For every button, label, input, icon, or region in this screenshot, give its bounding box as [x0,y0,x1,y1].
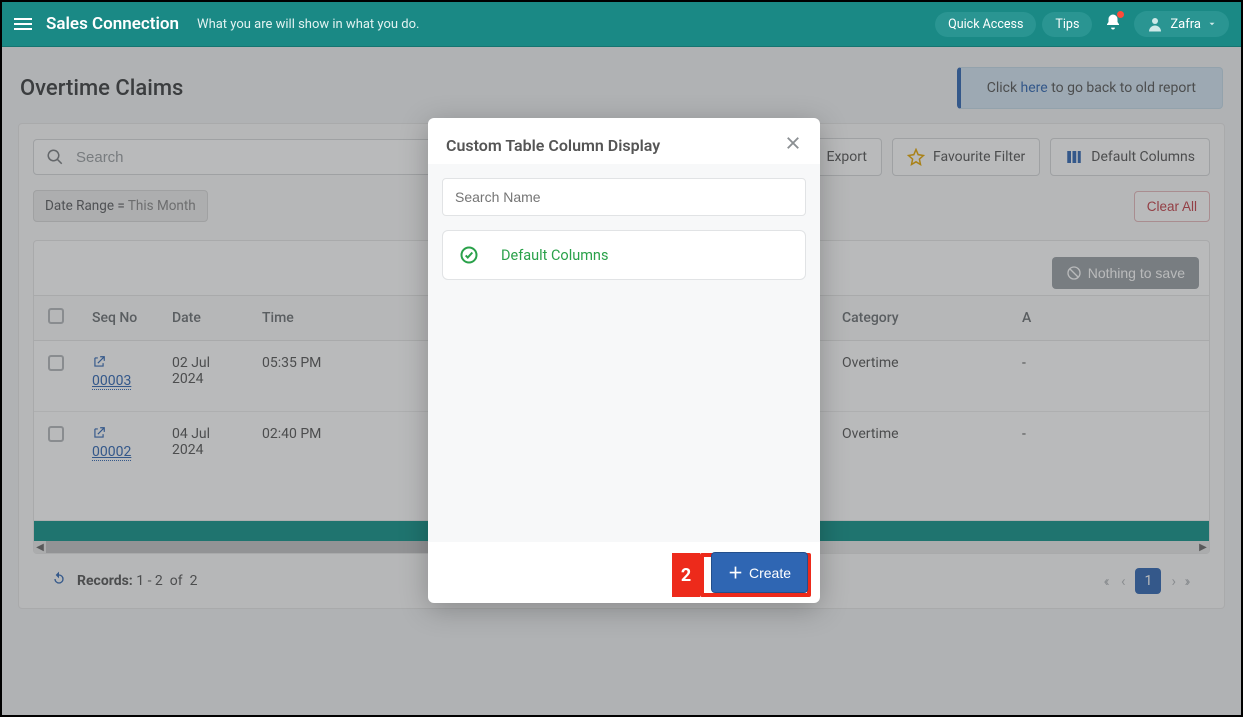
user-menu-button[interactable]: Zafra [1134,11,1229,37]
close-icon[interactable] [784,134,802,156]
notifications-bell-icon[interactable] [1104,13,1122,35]
quick-access-button[interactable]: Quick Access [935,12,1036,37]
create-button[interactable]: ＋ Create [711,552,808,593]
notification-dot [1117,11,1124,18]
column-display-modal: Custom Table Column Display Default Colu… [428,118,820,603]
user-name: Zafra [1170,17,1201,32]
default-columns-option[interactable]: Default Columns [442,230,806,280]
hamburger-menu-icon[interactable] [14,18,32,30]
top-bar: Sales Connection What you are will show … [2,2,1241,47]
step-badge: 2 [672,553,700,597]
modal-search-input[interactable] [442,178,806,216]
modal-title: Custom Table Column Display [446,136,660,155]
chevron-down-icon [1207,19,1217,29]
tips-button[interactable]: Tips [1042,12,1092,37]
tagline-text: What you are will show in what you do. [197,17,419,32]
check-circle-icon [459,245,479,265]
avatar-icon [1146,15,1164,33]
brand-title: Sales Connection [46,14,179,34]
plus-icon: ＋ [728,562,743,583]
